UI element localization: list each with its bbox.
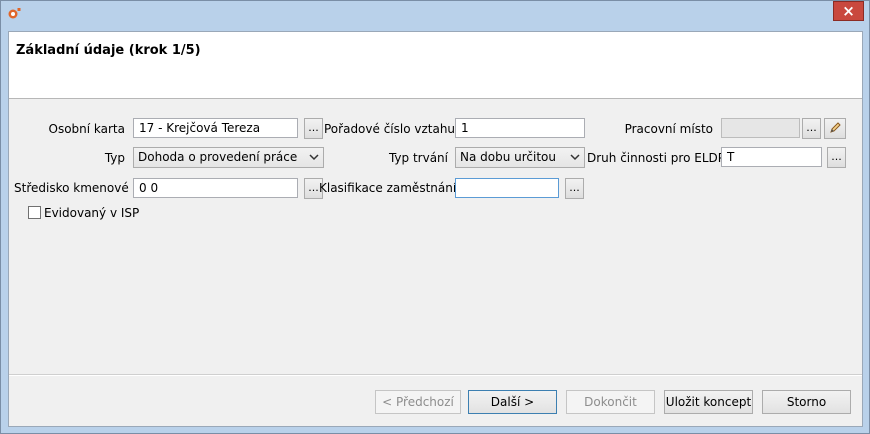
chevron-down-icon [570,154,580,161]
cancel-button[interactable]: Storno [762,390,851,414]
app-logo-icon [8,8,21,19]
osobni-karta-label: Osobní karta [48,122,126,136]
typ-trvani-select[interactable]: Na dobu určitou [455,147,585,168]
evidovany-label: Evidovaný v ISP [44,206,140,220]
page-title: Základní údaje (krok 1/5) [16,43,201,58]
osobni-karta-field[interactable]: 17 - Krejčová Tereza [133,118,298,138]
druh-cinnosti-field[interactable]: T [721,147,822,167]
klasifikace-field[interactable] [455,178,559,198]
stredisko-field[interactable]: 0 0 [133,178,298,198]
typ-trvani-label: Typ trvání [388,151,448,165]
previous-button[interactable]: < Předchozí [375,390,461,414]
typ-trvani-select-value: Na dobu určitou [460,150,556,164]
chevron-down-icon [309,154,319,161]
footer-divider [9,374,862,376]
stredisko-label: Středisko kmenové [14,181,129,195]
close-button[interactable]: × [833,1,864,21]
evidovany-checkbox[interactable] [28,206,41,219]
klasifikace-label: Klasifikace zaměstnání [319,181,457,195]
wizard-header: Základní údaje (krok 1/5) [9,32,862,99]
dialog-window: × Základní údaje (krok 1/5) Osobní karta… [0,0,870,434]
typ-label: Typ [104,151,125,165]
klasifikace-browse-button[interactable]: ... [565,178,584,199]
pracovni-misto-label: Pracovní místo [624,122,713,136]
osobni-karta-browse-button[interactable]: ... [304,118,323,139]
finish-button[interactable]: Dokončit [566,390,655,414]
typ-select[interactable]: Dohoda o provedení práce [133,147,324,168]
next-button[interactable]: Další > [468,390,557,414]
poradove-cislo-field[interactable]: 1 [455,118,585,138]
poradove-cislo-label: Pořadové číslo vztahu [324,122,456,136]
save-draft-button[interactable]: Uložit koncept [664,390,753,414]
pracovni-misto-browse-button[interactable]: ... [802,118,821,139]
title-bar[interactable]: × [1,1,869,25]
pracovni-misto-field[interactable] [721,118,800,138]
dialog-client-area: Základní údaje (krok 1/5) Osobní karta 1… [8,31,863,427]
pracovni-misto-edit-button[interactable] [824,118,846,139]
druh-cinnosti-browse-button[interactable]: ... [827,147,846,168]
pencil-icon [830,122,841,133]
typ-select-value: Dohoda o provedení práce [138,150,298,164]
druh-cinnosti-label: Druh činnosti pro ELDP [587,151,725,165]
